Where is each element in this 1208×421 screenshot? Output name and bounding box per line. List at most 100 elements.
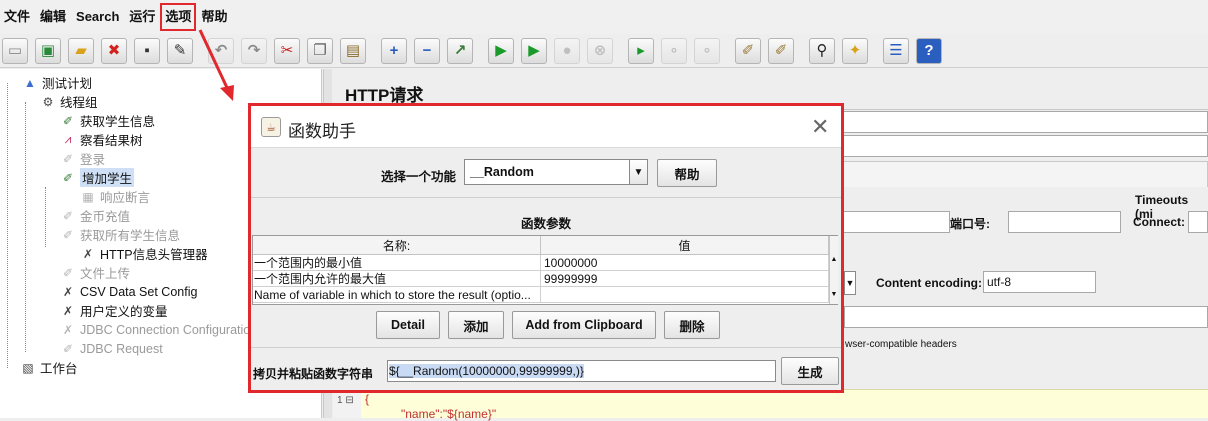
open-icon[interactable]: ▰	[68, 37, 94, 64]
remote-stop-icon[interactable]: ∘	[661, 37, 687, 64]
server-field[interactable]	[833, 211, 950, 233]
expand-icon[interactable]: +	[381, 37, 407, 64]
connect-timeout-field[interactable]	[1188, 211, 1208, 233]
cut-icon[interactable]: ✂	[274, 37, 300, 64]
sampler-icon: ✐	[62, 227, 74, 242]
path-field[interactable]	[844, 306, 1208, 328]
tree-node-label: 获取学生信息	[80, 115, 156, 129]
function-select-value: __Random	[470, 165, 534, 179]
wrench-icon: ✗	[62, 322, 74, 337]
code-line-1: {	[365, 392, 370, 406]
delete-button[interactable]: 删除	[664, 311, 720, 339]
tree-node[interactable]: ✐ JDBC Request	[60, 339, 163, 358]
port-field[interactable]	[1008, 211, 1121, 233]
tree-node-label: JDBC Connection Configuration	[80, 322, 258, 337]
tree-node[interactable]: ✗ JDBC Connection Configuration	[60, 320, 257, 339]
test-plan-icon: ▲	[24, 75, 36, 90]
tree-node-label: 金币充值	[80, 210, 131, 224]
browser-headers-label: wser-compatible headers	[845, 339, 957, 350]
menu-run[interactable]: 运行	[125, 4, 159, 30]
tree-node[interactable]: ✐ 增加学生	[60, 168, 135, 187]
save-as-icon[interactable]: ✎	[167, 37, 193, 64]
body-editor[interactable]: { "name":"${name}"	[361, 389, 1208, 421]
sampler-icon: ✐	[62, 265, 74, 280]
table-cell-name[interactable]: 一个范围内允许的最大值	[253, 271, 541, 287]
name-field[interactable]	[833, 111, 1208, 133]
table-cell-name[interactable]: 一个范围内的最小值	[253, 255, 541, 271]
paste-icon[interactable]: ▤	[340, 37, 366, 64]
tree-node[interactable]: ✗ HTTP信息头管理器	[80, 244, 208, 263]
tree-node-label: 测试计划	[42, 77, 93, 91]
content-encoding-field[interactable]: utf-8	[983, 271, 1096, 293]
scroll-up-icon[interactable]: ▲	[830, 256, 838, 263]
shutdown-icon[interactable]: ⊗	[587, 37, 613, 64]
detail-button[interactable]: Detail	[376, 311, 440, 339]
menu-edit[interactable]: 编辑	[36, 4, 70, 30]
content-encoding-label: Content encoding:	[876, 276, 982, 290]
tree-node[interactable]: ✐ 登录	[60, 149, 105, 168]
toggle-icon[interactable]: ↗	[447, 37, 473, 64]
add-button[interactable]: 添加	[448, 311, 504, 339]
templates-icon[interactable]: ▣	[35, 37, 61, 64]
table-cell-value[interactable]	[541, 287, 829, 303]
tree-node-label: HTTP信息头管理器	[100, 248, 208, 262]
table-scrollbar[interactable]: ▲ ▼	[829, 236, 838, 304]
function-select[interactable]: __Random ▼	[464, 159, 648, 185]
function-string-field[interactable]: ${__Random(10000000,99999999,)}	[387, 360, 776, 382]
basic-tab-strip	[833, 161, 1208, 187]
method-dropdown-arrow[interactable]: ▼	[844, 271, 856, 295]
undo-icon[interactable]: ↶	[208, 37, 234, 64]
close-icon[interactable]: ✕	[811, 114, 829, 140]
params-title: 函数参数	[521, 217, 572, 231]
function-helper-icon[interactable]: ☰	[883, 37, 909, 64]
table-cell-value[interactable]: 99999999	[541, 271, 829, 287]
remote-start-icon[interactable]: ▸	[628, 37, 654, 64]
save-icon[interactable]: ▪	[134, 37, 160, 64]
help-icon[interactable]: ?	[916, 37, 942, 64]
generate-button[interactable]: 生成	[781, 357, 839, 385]
table-cell-value[interactable]: 10000000	[541, 255, 829, 271]
tree-node[interactable]: ✐ 金币充值	[60, 206, 130, 225]
menu-help[interactable]: 帮助	[197, 4, 231, 30]
tree-node[interactable]: ▦ 响应断言	[80, 187, 150, 206]
tree-node[interactable]: ✗ 用户定义的变量	[60, 301, 168, 320]
sampler-icon: ✐	[62, 170, 74, 185]
choose-function-label: 选择一个功能	[381, 170, 457, 184]
menu-file[interactable]: 文件	[0, 4, 34, 30]
column-header-value[interactable]: 值	[541, 236, 829, 255]
tree-node[interactable]: ✐ 获取学生信息	[60, 111, 155, 130]
chevron-down-icon[interactable]: ▼	[629, 160, 647, 184]
column-header-name[interactable]: 名称:	[253, 236, 541, 255]
start-no-pause-icon[interactable]: ▶	[521, 37, 547, 64]
workbench-icon: ▧	[22, 360, 34, 375]
scroll-down-icon[interactable]: ▼	[830, 291, 838, 298]
port-label: 端口号:	[950, 217, 990, 231]
clear-icon[interactable]: ✐	[735, 37, 761, 64]
menu-search[interactable]: Search	[72, 4, 123, 30]
comments-field[interactable]	[833, 135, 1208, 157]
remote-shutdown-icon[interactable]: ∘	[694, 37, 720, 64]
tree-node[interactable]: ▧ 工作台	[20, 358, 77, 377]
tree-node-label: 获取所有学生信息	[80, 229, 181, 243]
tree-node[interactable]: ✗ CSV Data Set Config	[60, 282, 197, 301]
tree-node[interactable]: ✐ 获取所有学生信息	[60, 225, 180, 244]
redo-icon[interactable]: ↷	[241, 37, 267, 64]
collapse-icon[interactable]: −	[414, 37, 440, 64]
tree-node[interactable]: ✐ 文件上传	[60, 263, 130, 282]
copy-icon[interactable]: ❐	[307, 37, 333, 64]
table-cell-name[interactable]: Name of variable in which to store the r…	[253, 287, 541, 303]
clear-all-icon[interactable]: ✐	[768, 37, 794, 64]
add-from-clipboard-button[interactable]: Add from Clipboard	[512, 311, 656, 339]
search-icon[interactable]: ⚲	[809, 37, 835, 64]
start-icon[interactable]: ▶	[488, 37, 514, 64]
help-button[interactable]: 帮助	[657, 159, 717, 187]
reset-search-icon[interactable]: ✦	[842, 37, 868, 64]
menu-options[interactable]: 选项	[160, 3, 197, 31]
function-string-text: ${__Random(10000000,99999999,)}	[389, 364, 584, 378]
close-icon[interactable]: ✖	[101, 37, 127, 64]
new-icon[interactable]: ▭	[2, 37, 28, 64]
tree-node[interactable]: ▲ 测试计划	[22, 73, 92, 92]
stop-icon[interactable]: ●	[554, 37, 580, 64]
tree-node[interactable]: ⩘ 察看结果树	[60, 130, 143, 149]
tree-node[interactable]: ⚙ 线程组	[40, 92, 98, 111]
